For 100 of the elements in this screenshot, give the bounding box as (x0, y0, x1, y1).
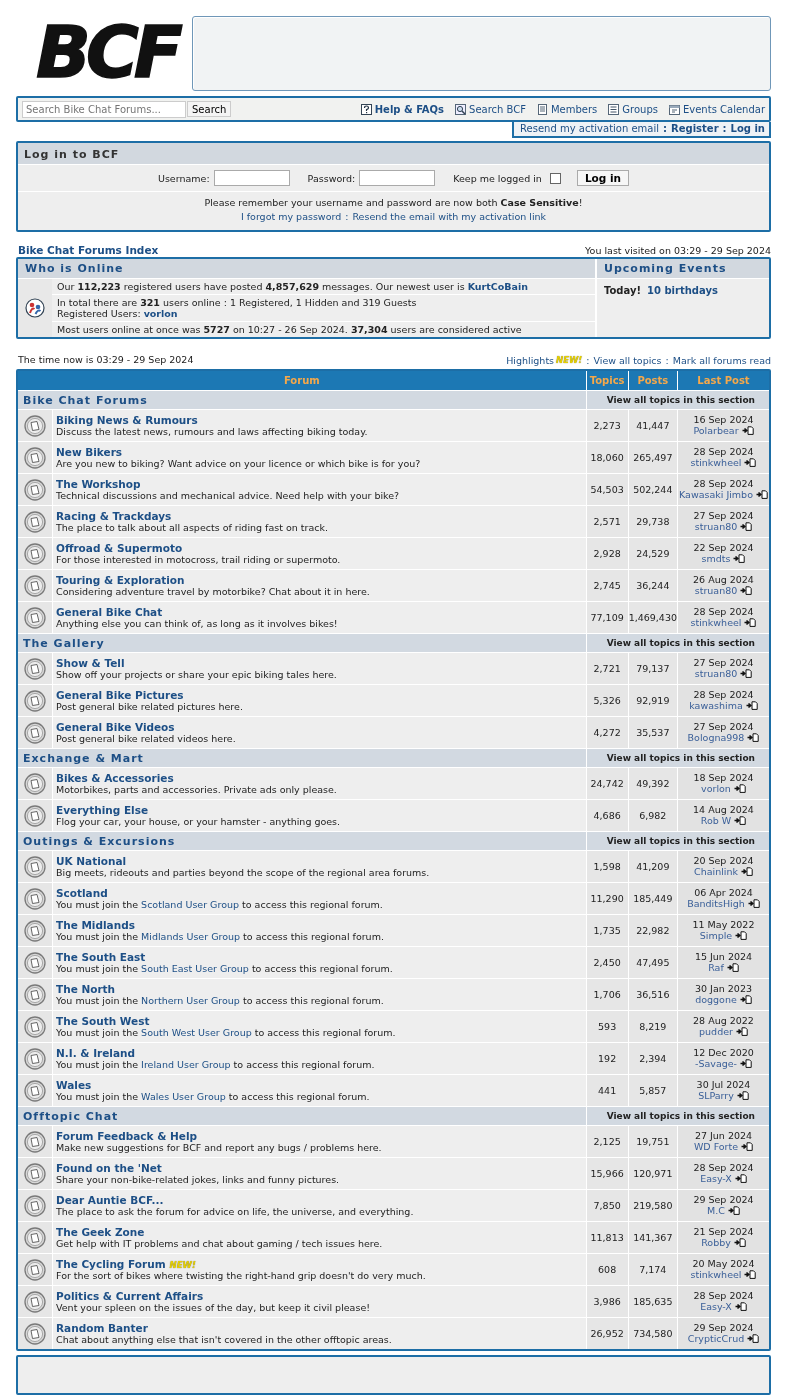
section-title[interactable]: Outings & Excursions (18, 831, 586, 850)
forum-description: For the sort of bikes where twisting the right-hand grip doesn't do very much. (56, 1269, 427, 1282)
help-link[interactable]: I forgot my password (240, 210, 342, 224)
section-title[interactable]: Offtopic Chat (18, 1106, 586, 1125)
account-link[interactable]: Register (671, 123, 719, 134)
forum-link[interactable]: Scotland (56, 886, 108, 899)
birthdays-link[interactable]: 10 birthdays (647, 285, 718, 296)
view-all-link[interactable]: View all topics in this section (585, 748, 769, 767)
forum-link[interactable]: Show & Tell (56, 656, 125, 669)
user-link[interactable]: SLParry (698, 1090, 734, 1101)
quick-link[interactable]: Highlights (506, 354, 555, 366)
forum-link[interactable]: The Cycling Forum (56, 1257, 166, 1270)
user-link[interactable]: Robby (701, 1237, 731, 1248)
forum-link[interactable]: Racing & Trackdays (56, 509, 172, 522)
user-link[interactable]: KurtCoBain (467, 281, 528, 292)
forum-link[interactable]: New Bikers (56, 445, 123, 458)
view-all-link[interactable]: View all topics in this section (585, 1106, 769, 1125)
remember-checkbox[interactable] (549, 172, 561, 184)
user-link[interactable]: Bologna998 (687, 732, 745, 743)
user-link[interactable]: stinkwheel (690, 457, 742, 468)
group-link[interactable]: South West User Group (141, 1026, 252, 1038)
user-link[interactable]: Raf (708, 962, 724, 973)
section-title[interactable]: Exchange & Mart (18, 748, 586, 767)
forum-link[interactable]: Bikes & Accessories (56, 771, 174, 784)
forum-link[interactable]: The South East (56, 950, 146, 963)
section-title[interactable]: The Gallery (18, 633, 586, 652)
user-link[interactable]: Easy-X (700, 1301, 732, 1312)
user-link[interactable]: struan80 (694, 585, 738, 596)
user-link[interactable]: Rob W (700, 815, 732, 826)
user-link[interactable]: smdts (701, 553, 731, 564)
view-all-link[interactable]: View all topics in this section (585, 831, 769, 850)
site-logo[interactable]: BCF (22, 15, 192, 89)
quick-link[interactable]: View all topics (593, 354, 662, 366)
forum-link[interactable]: UK National (56, 854, 127, 867)
user-link[interactable]: kawashima (689, 700, 743, 711)
group-link[interactable]: Midlands User Group (141, 930, 241, 942)
user-link[interactable]: struan80 (694, 521, 738, 532)
nav-link[interactable]: Help & FAQs (360, 103, 445, 115)
forum-link[interactable]: General Bike Pictures (56, 688, 184, 701)
group-link[interactable]: Wales User Group (141, 1090, 226, 1102)
forum-link[interactable]: General Bike Chat (56, 605, 163, 618)
user-link[interactable]: vorlon (701, 783, 731, 794)
forum-link[interactable]: Biking News & Rumours (56, 413, 198, 426)
nav-link[interactable]: Search BCF (455, 103, 526, 115)
user-link[interactable]: Easy-X (700, 1173, 732, 1184)
forum-link[interactable]: N.I. & Ireland (56, 1046, 136, 1059)
topics-cell: 4,272 (585, 716, 628, 748)
user-link[interactable]: CrypticCrud (687, 1333, 745, 1344)
user-link[interactable]: Kawasaki Jimbo (679, 489, 753, 500)
user-link[interactable]: Simple (699, 930, 733, 941)
forum-link[interactable]: Found on the 'Net (56, 1161, 162, 1174)
forum-link[interactable]: Offroad & Supermoto (56, 541, 183, 554)
forum-link[interactable]: Forum Feedback & Help (56, 1129, 198, 1142)
topics-cell: 4,686 (585, 799, 628, 831)
nav-link[interactable]: Events Calendar (669, 103, 765, 115)
group-link[interactable]: Scotland User Group (141, 898, 240, 910)
forum-link[interactable]: Politics & Current Affairs (56, 1289, 204, 1302)
forum-link[interactable]: Dear Auntie BCF... (56, 1193, 164, 1206)
forum-link[interactable]: The Geek Zone (56, 1225, 145, 1238)
user-link[interactable]: -Savage- (695, 1058, 737, 1069)
group-link[interactable]: Ireland User Group (141, 1058, 231, 1070)
forum-link[interactable]: The Workshop (56, 477, 141, 490)
help-link[interactable]: Resend the email with my activation link (352, 210, 547, 224)
forum-link[interactable]: The South West (56, 1014, 150, 1027)
group-link[interactable]: Northern User Group (141, 994, 240, 1006)
forum-link[interactable]: General Bike Videos (56, 720, 175, 733)
user-link[interactable]: Chainlink (694, 866, 738, 877)
forum-link[interactable]: The Midlands (56, 918, 135, 931)
user-link[interactable]: doggone (695, 994, 737, 1005)
breadcrumb-link[interactable]: Bike Chat Forums Index (18, 244, 159, 256)
current-time-text: The time now is 03:29 - 29 Sep 2024 (18, 354, 194, 366)
nav-link[interactable]: Groups (608, 103, 658, 115)
user-link[interactable]: stinkwheel (690, 1269, 742, 1280)
forum-link[interactable]: Wales (56, 1078, 92, 1091)
account-link[interactable]: Log in (730, 123, 765, 134)
quick-link[interactable]: Mark all forums read (672, 354, 771, 366)
forum-link[interactable]: Everything Else (56, 803, 149, 816)
search-button[interactable]: Search (187, 101, 232, 117)
user-link[interactable]: M.C (707, 1205, 725, 1216)
account-link[interactable]: Resend my activation email (520, 123, 660, 134)
last-post-date: 29 Sep 2024 (692, 1195, 755, 1206)
section-title[interactable]: Bike Chat Forums (18, 390, 586, 409)
user-link[interactable]: BanditsHigh (687, 898, 745, 909)
view-all-link[interactable]: View all topics in this section (585, 633, 769, 652)
user-link[interactable]: struan80 (694, 668, 738, 679)
login-button[interactable]: Log in (576, 170, 630, 186)
user-link[interactable]: Polarbear (693, 425, 739, 436)
password-field[interactable] (359, 170, 436, 186)
forum-link[interactable]: Touring & Exploration (56, 573, 185, 586)
view-all-link[interactable]: View all topics in this section (585, 390, 769, 409)
user-link[interactable]: vorlon (143, 308, 178, 319)
user-link[interactable]: stinkwheel (690, 617, 742, 628)
user-link[interactable]: pudder (699, 1026, 733, 1037)
username-field[interactable] (213, 170, 290, 186)
nav-link[interactable]: Members (537, 103, 598, 115)
forum-link[interactable]: The North (56, 982, 116, 995)
group-link[interactable]: South East User Group (141, 962, 249, 974)
user-link[interactable]: WD Forte (693, 1141, 739, 1152)
search-field[interactable]: Search Bike Chat Forums... (22, 100, 186, 118)
forum-link[interactable]: Random Banter (56, 1321, 148, 1334)
